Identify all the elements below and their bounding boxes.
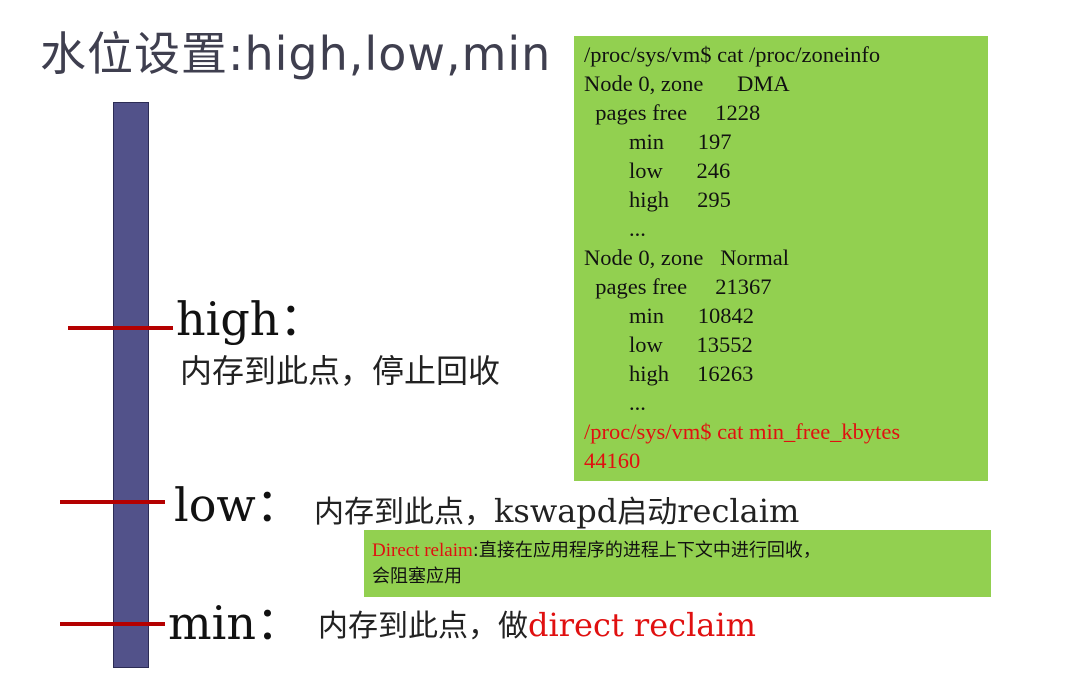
zoneinfo-line: pages free 21367 — [584, 274, 772, 299]
zoneinfo-line: low 13552 — [584, 332, 753, 357]
zoneinfo-line: pages free 1228 — [584, 100, 761, 125]
memory-bar — [113, 102, 149, 668]
zoneinfo-box: /proc/sys/vm$ cat /proc/zoneinfo Node 0,… — [574, 36, 988, 481]
min-desc-cn: 内存到此点，做 — [318, 609, 528, 644]
zoneinfo-line: /proc/sys/vm$ cat /proc/zoneinfo — [584, 42, 881, 67]
zoneinfo-line: high 295 — [584, 187, 731, 212]
high-watermark-desc: 内存到此点，停止回收 — [180, 352, 501, 390]
zoneinfo-line: ... — [584, 216, 646, 241]
low-desc-cn2: 启动 — [617, 495, 678, 530]
low-desc-kswapd: kswapd — [494, 492, 618, 530]
min-desc-direct-reclaim: direct reclaim — [528, 606, 756, 644]
high-watermark-label: high： — [176, 292, 326, 346]
zoneinfo-line: low 246 — [584, 158, 731, 183]
direct-note-text: :直接在应用程序的进程上下文中进行回收， — [472, 540, 821, 561]
low-watermark-label: low： — [174, 478, 302, 532]
low-watermark-desc: 内存到此点，kswapd启动reclaim — [314, 495, 799, 528]
zoneinfo-command: /proc/sys/vm$ cat min_free_kbytes — [584, 419, 901, 444]
low-desc-reclaim: reclaim — [677, 492, 800, 530]
zoneinfo-line: Node 0, zone DMA — [584, 71, 790, 96]
zoneinfo-line: Node 0, zone Normal — [584, 245, 789, 270]
low-desc-cn1: 内存到此点， — [314, 495, 494, 530]
direct-note-line2: 会阻塞应用 — [372, 566, 462, 587]
zoneinfo-line: min 197 — [584, 129, 732, 154]
slide-title: 水位设置:high,low,min — [40, 27, 552, 81]
direct-note-line1: Direct relaim:直接在应用程序的进程上下文中进行回收， — [372, 538, 983, 564]
min-watermark-label: min： — [168, 596, 302, 650]
zoneinfo-line: ... — [584, 390, 646, 415]
min-watermark-desc: 内存到此点，做direct reclaim — [318, 609, 756, 642]
zoneinfo-line: high 16263 — [584, 361, 754, 386]
low-watermark-tick — [60, 500, 165, 504]
direct-note-term: Direct relaim — [372, 540, 473, 561]
high-watermark-tick — [68, 326, 173, 330]
zoneinfo-result: 44160 — [584, 448, 641, 473]
min-watermark-tick — [60, 622, 165, 626]
direct-reclaim-note: Direct relaim:直接在应用程序的进程上下文中进行回收， 会阻塞应用 — [364, 530, 991, 597]
zoneinfo-line: min 10842 — [584, 303, 755, 328]
